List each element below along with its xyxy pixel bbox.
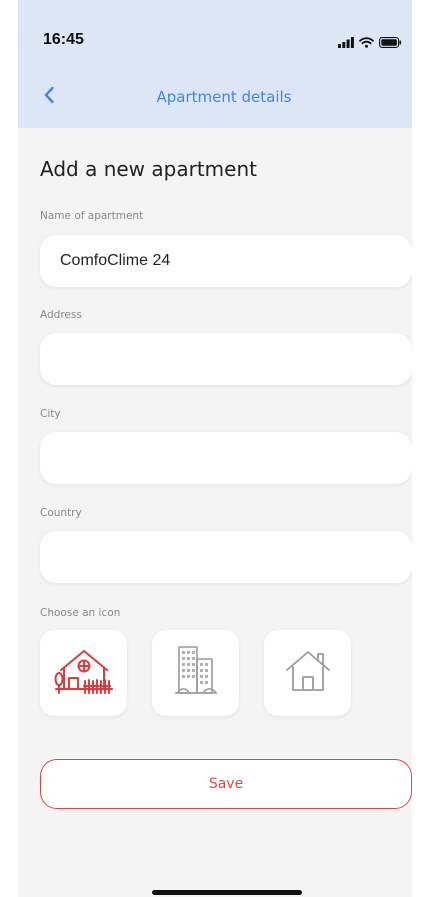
page-title: Add a new apartment bbox=[40, 157, 257, 181]
country-label: Country bbox=[40, 507, 82, 519]
icon-option-apartment-building[interactable] bbox=[152, 630, 239, 716]
city-label: City bbox=[40, 408, 61, 420]
name-label: Name of apartment bbox=[40, 210, 144, 222]
country-field-container bbox=[40, 531, 412, 583]
country-field[interactable] bbox=[58, 547, 394, 567]
wifi-icon bbox=[359, 33, 374, 52]
status-time: 16:45 bbox=[43, 31, 84, 48]
icon-chooser-label: Choose an icon bbox=[40, 607, 121, 619]
house-outline-icon bbox=[284, 648, 332, 698]
status-icons bbox=[338, 33, 402, 52]
header: 16:45 Apartment details bbox=[18, 0, 412, 128]
apartment-building-icon bbox=[173, 641, 219, 705]
icon-option-house-outline[interactable] bbox=[264, 630, 351, 716]
battery-icon bbox=[379, 33, 402, 52]
city-field-container bbox=[40, 432, 412, 484]
nav-title: Apartment details bbox=[156, 88, 292, 106]
name-field-container bbox=[40, 235, 412, 287]
icon-option-house-garden[interactable] bbox=[40, 630, 127, 716]
house-garden-icon bbox=[53, 642, 115, 704]
signal-icon bbox=[338, 33, 354, 52]
icon-chooser bbox=[40, 630, 351, 716]
name-field[interactable] bbox=[58, 251, 394, 271]
address-field[interactable] bbox=[58, 349, 394, 369]
address-label: Address bbox=[40, 309, 82, 321]
home-indicator bbox=[152, 890, 302, 895]
save-button[interactable]: Save bbox=[40, 759, 412, 809]
app-screen: 16:45 Apartment details Add a new apartm… bbox=[18, 0, 412, 897]
city-field[interactable] bbox=[58, 448, 394, 468]
address-field-container bbox=[40, 333, 412, 385]
